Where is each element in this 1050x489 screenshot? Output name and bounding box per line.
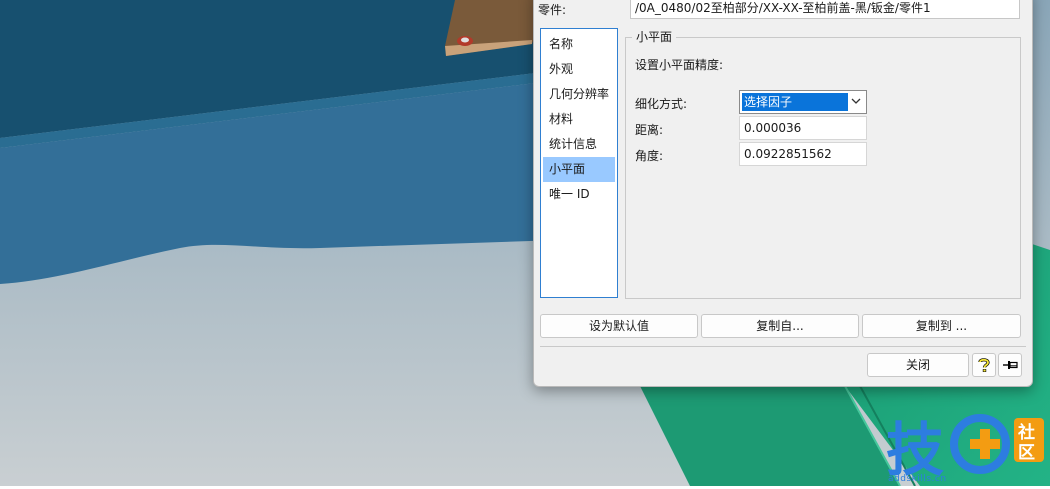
angle-input[interactable]: 0.0922851562 <box>739 142 867 166</box>
property-nav-list: 名称 外观 几何分辨率 材料 统计信息 小平面 唯一 ID <box>540 28 618 298</box>
properties-dialog: 零件: /0A_0480/02至柏部分/XX-XX-至柏前盖-黑/钣金/零件1 … <box>533 0 1033 387</box>
set-default-button[interactable]: 设为默认值 <box>540 314 698 338</box>
nav-item-statistics[interactable]: 统计信息 <box>543 132 615 157</box>
refine-method-select[interactable]: 选择因子 <box>739 90 867 114</box>
part-path-row: 零件: /0A_0480/02至柏部分/XX-XX-至柏前盖-黑/钣金/零件1 <box>534 0 1032 19</box>
part-path-field[interactable]: /0A_0480/02至柏部分/XX-XX-至柏前盖-黑/钣金/零件1 <box>630 0 1020 19</box>
refine-method-value: 选择因子 <box>742 93 848 111</box>
help-icon <box>978 358 990 372</box>
watermark-char-qu: 区 <box>1018 443 1035 463</box>
watermark-url: addskills.cn <box>888 474 947 484</box>
watermark-char-she: 社 <box>1017 422 1035 443</box>
copy-from-button[interactable]: 复制自... <box>701 314 859 338</box>
copy-to-button[interactable]: 复制到 ... <box>862 314 1021 338</box>
refine-method-label: 细化方式: <box>635 97 688 111</box>
chevron-down-icon <box>851 98 861 104</box>
pin-button[interactable] <box>998 353 1022 377</box>
distance-input[interactable]: 0.000036 <box>739 116 867 140</box>
dialog-separator <box>540 346 1026 347</box>
angle-label: 角度: <box>635 149 664 163</box>
close-button[interactable]: 关闭 <box>867 353 969 377</box>
nav-item-appearance[interactable]: 外观 <box>543 57 615 82</box>
facets-group-title: 小平面 <box>632 28 677 45</box>
nav-item-unique-id[interactable]: 唯一 ID <box>543 182 615 207</box>
facets-group <box>625 37 1021 299</box>
distance-label: 距离: <box>635 123 664 137</box>
help-button[interactable] <box>972 353 996 377</box>
nav-item-material[interactable]: 材料 <box>543 107 615 132</box>
nav-item-facets[interactable]: 小平面 <box>543 157 615 182</box>
nav-item-name[interactable]: 名称 <box>543 32 615 57</box>
nav-item-geometric-resolution[interactable]: 几何分辨率 <box>543 82 615 107</box>
facet-precision-description: 设置小平面精度: <box>635 58 724 72</box>
part-label: 零件: <box>538 3 567 17</box>
pin-icon <box>1003 361 1018 369</box>
